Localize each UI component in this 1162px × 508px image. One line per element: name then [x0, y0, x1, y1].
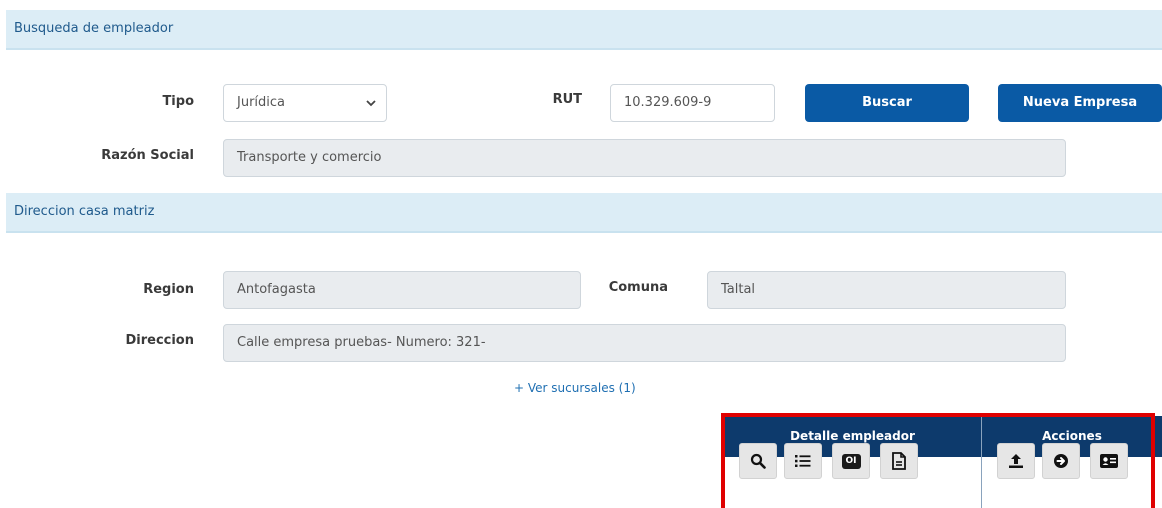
razon-social-label: Razón Social — [101, 148, 194, 163]
document-icon — [892, 452, 906, 470]
document-icon-button[interactable] — [880, 443, 918, 479]
list-icon-button[interactable] — [784, 443, 822, 479]
tipo-select[interactable]: Jurídica — [223, 84, 387, 122]
arrow-right-circle-icon — [1053, 453, 1069, 469]
column-divider — [981, 416, 982, 508]
rut-label: RUT — [552, 92, 582, 107]
razon-social-value: Transporte y comercio — [237, 150, 382, 165]
id-card-icon — [1100, 454, 1118, 468]
comuna-field: Taltal — [707, 271, 1066, 309]
comuna-value: Taltal — [721, 282, 756, 297]
section-title: Busqueda de empleador — [14, 21, 174, 36]
tipo-label: Tipo — [162, 94, 194, 109]
id-card-icon-button[interactable] — [1090, 443, 1128, 479]
tipo-select-value: Jurídica — [237, 95, 286, 110]
employer-search-header: Busqueda de empleador — [6, 10, 1162, 50]
region-label: Region — [143, 282, 194, 297]
region-field: Antofagasta — [223, 271, 581, 309]
comuna-label: Comuna — [608, 280, 668, 295]
direccion-value: Calle empresa pruebas- Numero: 321- — [237, 335, 486, 350]
list-icon — [795, 454, 811, 468]
new-company-button[interactable]: Nueva Empresa — [998, 84, 1162, 122]
direccion-field: Calle empresa pruebas- Numero: 321- — [223, 324, 1066, 362]
region-value: Antofagasta — [237, 282, 316, 297]
rut-input[interactable]: 10.329.609-9 — [610, 84, 775, 122]
headquarters-address-header: Direccion casa matriz — [6, 193, 1162, 233]
oi-badge-icon: OI — [841, 453, 861, 469]
oi-badge-text: OI — [845, 455, 857, 466]
section-title: Direccion casa matriz — [14, 204, 155, 219]
search-button[interactable]: Buscar — [805, 84, 969, 122]
search-icon — [750, 453, 766, 469]
arrow-right-circle-icon-button[interactable] — [1042, 443, 1080, 479]
upload-icon-button[interactable] — [997, 443, 1035, 479]
chevron-down-icon — [366, 85, 376, 136]
rut-input-value: 10.329.609-9 — [624, 95, 712, 110]
direccion-label: Direccion — [125, 333, 194, 348]
oi-badge-button[interactable]: OI — [832, 443, 870, 479]
razon-social-field: Transporte y comercio — [223, 139, 1066, 177]
search-icon-button[interactable] — [739, 443, 777, 479]
upload-icon — [1008, 453, 1024, 469]
view-branches-link[interactable]: + Ver sucursales (1) — [514, 381, 636, 395]
